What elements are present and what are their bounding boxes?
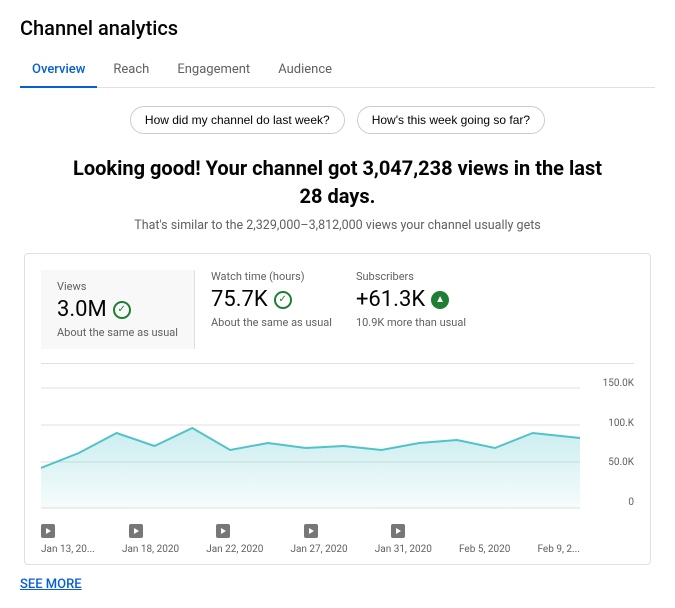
tab-engagement[interactable]: Engagement xyxy=(165,54,262,87)
y-label-50k: 50.0K xyxy=(608,457,634,468)
views-check-icon: ✓ xyxy=(113,301,131,319)
chart-area: 150.0K 100.K 50.0K 0 xyxy=(41,378,634,548)
watch-time-check-icon: ✓ xyxy=(274,291,292,309)
play-icon-0[interactable] xyxy=(41,524,55,538)
date-label-5: Feb 5, 2020 xyxy=(459,544,510,555)
see-more-link[interactable]: SEE MORE xyxy=(20,577,82,592)
page-title: Channel analytics xyxy=(20,16,655,40)
views-desc: About the same as usual xyxy=(57,326,178,339)
tab-audience[interactable]: Audience xyxy=(266,54,344,87)
last-week-button[interactable]: How did my channel do last week? xyxy=(130,106,345,134)
date-label-3: Jan 27, 2020 xyxy=(290,544,347,555)
headline-text: Looking good! Your channel got 3,047,238… xyxy=(20,154,655,210)
stats-rest: Watch time (hours) 75.7K ✓ About the sam… xyxy=(195,270,466,349)
play-icon-3[interactable] xyxy=(304,524,318,538)
tab-reach[interactable]: Reach xyxy=(101,54,161,87)
y-label-100k: 100.K xyxy=(608,418,634,429)
date-label-2: Jan 22, 2020 xyxy=(206,544,263,555)
play-icon-1[interactable] xyxy=(129,524,143,538)
stat-subscribers: Subscribers +61.3K ▲ 10.9K more than usu… xyxy=(356,270,466,349)
views-value: 3.0M ✓ xyxy=(57,297,178,322)
subline-text: That's similar to the 2,329,000–3,812,00… xyxy=(20,218,655,233)
subscribers-desc: 10.9K more than usual xyxy=(356,316,466,329)
stats-main-row: Views 3.0M ✓ About the same as usual Wat… xyxy=(41,270,634,364)
watch-time-label: Watch time (hours) xyxy=(211,270,332,283)
date-label-4: Jan 31, 2020 xyxy=(375,544,432,555)
date-label-1: Jan 18, 2020 xyxy=(122,544,179,555)
play-icon-4[interactable] xyxy=(391,524,405,538)
views-label: Views xyxy=(57,280,178,293)
watch-time-value: 75.7K ✓ xyxy=(211,287,332,312)
y-label-150k: 150.0K xyxy=(603,378,634,389)
quick-buttons-bar: How did my channel do last week? How's t… xyxy=(20,106,655,134)
tab-bar: Overview Reach Engagement Audience xyxy=(20,54,655,88)
date-label-0: Jan 13, 20... xyxy=(41,544,95,555)
play-icon-2[interactable] xyxy=(216,524,230,538)
date-label-6: Feb 9, 2... xyxy=(538,544,580,555)
stat-views: Views 3.0M ✓ About the same as usual xyxy=(41,270,195,349)
subscribers-label: Subscribers xyxy=(356,270,466,283)
y-label-0: 0 xyxy=(628,497,634,508)
subscribers-value: +61.3K ▲ xyxy=(356,287,466,312)
watch-time-desc: About the same as usual xyxy=(211,316,332,329)
stats-card: Views 3.0M ✓ About the same as usual Wat… xyxy=(24,253,651,565)
this-week-button[interactable]: How's this week going so far? xyxy=(357,106,545,134)
chart-svg xyxy=(41,378,580,518)
subscribers-up-icon: ▲ xyxy=(431,291,449,309)
stat-watch-time: Watch time (hours) 75.7K ✓ About the sam… xyxy=(211,270,332,349)
tab-overview[interactable]: Overview xyxy=(20,54,97,87)
